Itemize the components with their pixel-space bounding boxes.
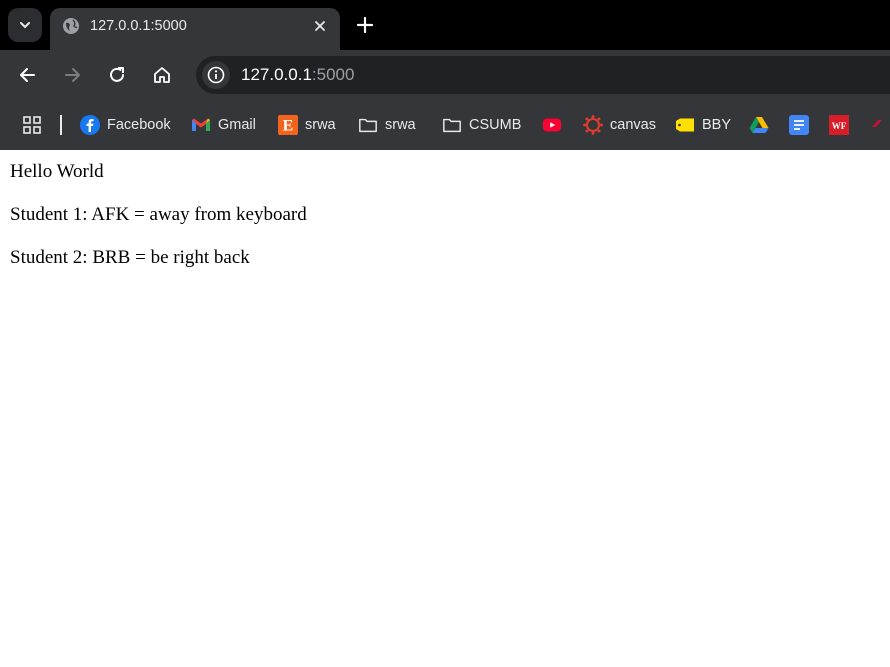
bookmark-wf[interactable]: WF	[829, 114, 856, 136]
bookmark-overflow[interactable]	[870, 114, 890, 136]
bookmark-label: CSUMB	[469, 117, 522, 133]
bookmark-label: Gmail	[218, 117, 256, 133]
bookmark-srwa-etsy[interactable]: E srwa	[278, 114, 336, 136]
browser-chrome: 127.0.0.1:5000 127.0.0.1:5000 Facebook G…	[0, 0, 890, 150]
bookmark-label: srwa	[385, 117, 416, 133]
student-2-text: Student 2: BRB = be right back	[10, 247, 250, 268]
bookmark-google-docs[interactable]	[789, 114, 816, 136]
toolbar: 127.0.0.1:5000	[0, 50, 890, 100]
bookmarks-separator	[60, 115, 62, 135]
globe-icon	[63, 18, 79, 34]
wf-text: WF	[832, 121, 847, 131]
url-host: 127.0.0.1	[241, 65, 312, 84]
page-content: Hello World Student 1: AFK = away from k…	[0, 150, 890, 300]
apps-icon[interactable]	[22, 115, 42, 135]
bookmark-srwa-folder[interactable]: srwa	[358, 114, 416, 136]
tab-strip: 127.0.0.1:5000	[0, 0, 890, 50]
reload-icon[interactable]	[107, 65, 127, 85]
google-docs-icon	[789, 115, 809, 135]
site-info-button[interactable]	[202, 61, 230, 89]
gmail-icon	[191, 115, 211, 135]
home-icon[interactable]	[152, 65, 172, 85]
facebook-icon	[80, 115, 100, 135]
tab-search-button[interactable]	[8, 8, 42, 42]
back-icon[interactable]	[18, 65, 38, 85]
bestbuy-icon	[675, 115, 695, 135]
tab-title: 127.0.0.1:5000	[90, 18, 187, 34]
chevron-down-icon	[20, 22, 30, 29]
google-drive-icon	[749, 115, 769, 135]
bookmark-label: canvas	[610, 117, 656, 133]
bookmark-youtube[interactable]	[542, 114, 569, 136]
close-tab-icon[interactable]	[312, 18, 328, 34]
svg-text:E: E	[283, 118, 294, 135]
url-text: 127.0.0.1:5000	[241, 65, 354, 85]
bookmark-gmail[interactable]: Gmail	[191, 114, 256, 136]
hello-text: Hello World	[10, 161, 104, 182]
canvas-icon	[583, 115, 603, 135]
bookmark-label: Facebook	[107, 117, 171, 133]
student-1-text: Student 1: AFK = away from keyboard	[10, 204, 307, 225]
folder-icon	[358, 115, 378, 135]
new-tab-icon[interactable]	[355, 15, 375, 35]
bookmark-bby[interactable]: BBY	[675, 114, 731, 136]
bookmark-google-drive[interactable]	[749, 114, 776, 136]
bookmark-csumb-folder[interactable]: CSUMB	[442, 114, 521, 136]
forward-icon[interactable]	[62, 65, 82, 85]
bookmark-facebook[interactable]: Facebook	[80, 114, 171, 136]
bookmark-label: BBY	[702, 117, 732, 133]
bookmark-canvas[interactable]: canvas	[583, 114, 656, 136]
url-port: :5000	[311, 65, 355, 84]
youtube-icon	[542, 115, 562, 135]
info-icon	[207, 66, 225, 84]
bookmarks-bar: Facebook Gmail E srwa srwa CSUMB canvas …	[0, 100, 890, 150]
active-tab[interactable]: 127.0.0.1:5000	[50, 8, 340, 50]
folder-icon	[442, 115, 462, 135]
wf-icon: WF	[829, 115, 849, 135]
truncated-bookmark-icon	[870, 115, 890, 135]
etsy-icon: E	[278, 115, 298, 135]
bookmark-label: srwa	[305, 117, 336, 133]
address-bar[interactable]: 127.0.0.1:5000	[196, 56, 890, 94]
